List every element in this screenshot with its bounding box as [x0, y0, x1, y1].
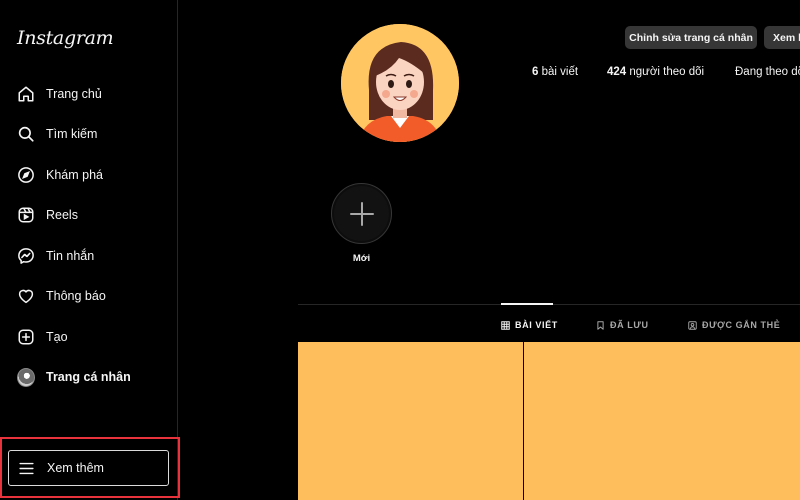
- sidebar-item-notifications[interactable]: Thông báo: [17, 282, 167, 310]
- sidebar-item-label: Tin nhắn: [46, 249, 95, 263]
- sidebar-item-label: Tạo: [46, 330, 68, 344]
- sidebar-item-label: Thông báo: [46, 289, 106, 303]
- tab-tagged[interactable]: ĐƯỢC GẮN THẺ: [688, 318, 780, 332]
- new-highlight-button[interactable]: [331, 183, 392, 244]
- following-label: Đang theo dõ: [735, 66, 800, 78]
- active-tab-indicator: [501, 303, 553, 305]
- sidebar-item-explore[interactable]: Khám phá: [17, 161, 167, 189]
- followers-label: người theo dõi: [629, 66, 705, 78]
- reels-icon: [17, 206, 35, 224]
- sidebar-item-label: Tìm kiếm: [46, 127, 98, 141]
- sidebar-item-create[interactable]: Tạo: [17, 323, 167, 351]
- tab-posts-label: BÀI VIẾT: [515, 320, 558, 330]
- sidebar-item-label: Trang chủ: [46, 87, 102, 101]
- profile-avatar[interactable]: [341, 24, 459, 142]
- search-icon: [17, 125, 35, 143]
- compass-icon: [17, 166, 35, 184]
- sidebar-item-label: Reels: [46, 208, 78, 222]
- posts-label: bài viết: [541, 66, 579, 78]
- avatar-illustration: [341, 24, 459, 142]
- edit-profile-button[interactable]: Chỉnh sửa trang cá nhân: [625, 26, 757, 49]
- sidebar: Instagram Trang chủ Tìm kiếm Khám phá Re…: [0, 0, 178, 500]
- plus-icon: [347, 199, 377, 229]
- sidebar-item-reels[interactable]: Reels: [17, 201, 167, 229]
- highlight-box: [0, 437, 180, 498]
- sidebar-item-messages[interactable]: Tin nhắn: [17, 242, 167, 270]
- posts-count: 6: [532, 66, 539, 78]
- sidebar-item-label: Trang cá nhân: [46, 370, 131, 384]
- bookmark-icon: [596, 320, 605, 330]
- followers-count: 424: [607, 66, 627, 78]
- sidebar-item-search[interactable]: Tìm kiếm: [17, 120, 167, 148]
- tab-tagged-label: ĐƯỢC GẮN THẺ: [702, 320, 781, 330]
- messenger-icon: [17, 247, 35, 265]
- sidebar-item-label: Khám phá: [46, 168, 103, 182]
- followers-stat[interactable]: 424 người theo dõi: [607, 66, 704, 78]
- tagged-icon: [688, 320, 697, 330]
- tab-saved-label: ĐÃ LƯU: [610, 320, 649, 330]
- new-highlight-label: Mới: [352, 253, 371, 264]
- plus-square-icon: [17, 328, 35, 346]
- sidebar-item-home[interactable]: Trang chủ: [17, 80, 167, 108]
- profile-avatar-icon: [17, 367, 35, 387]
- post-tile[interactable]: [298, 342, 523, 500]
- following-stat[interactable]: Đang theo dõ: [735, 66, 800, 78]
- view-archive-button[interactable]: Xem k: [764, 26, 800, 49]
- tab-posts[interactable]: BÀI VIẾT: [501, 318, 558, 332]
- instagram-logo[interactable]: Instagram: [17, 27, 114, 49]
- posts-stat: 6 bài viết: [532, 66, 578, 78]
- tab-saved[interactable]: ĐÃ LƯU: [596, 318, 649, 332]
- post-tile[interactable]: [524, 342, 800, 500]
- home-icon: [17, 85, 35, 103]
- heart-icon: [17, 287, 35, 305]
- sidebar-item-profile[interactable]: Trang cá nhân: [17, 363, 167, 391]
- grid-icon: [501, 320, 510, 330]
